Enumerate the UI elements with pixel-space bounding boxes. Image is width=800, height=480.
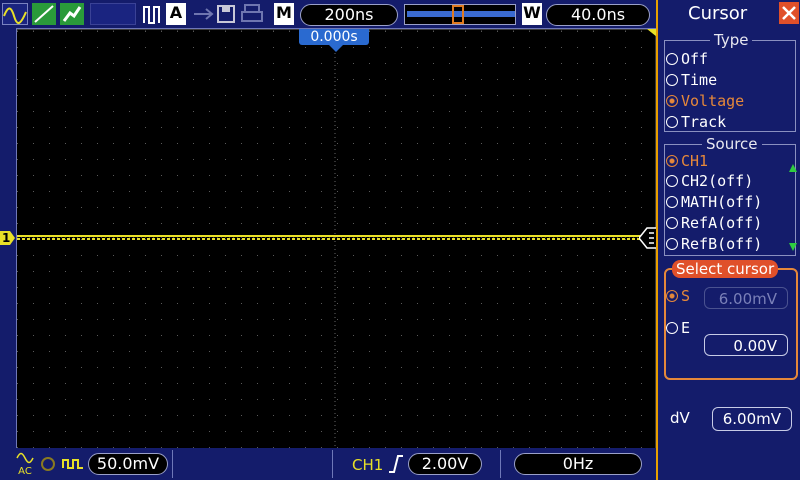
type-group-label: Type [710,31,753,49]
persist-icon[interactable] [60,3,84,25]
close-icon [782,6,796,20]
bandwidth-limit-icon[interactable] [38,456,58,472]
type-option-off[interactable]: Off [666,50,708,68]
cursor-s-value[interactable]: 6.00mV [704,287,788,309]
cursor-e-option[interactable]: E [666,319,690,337]
waveform-display[interactable]: 0.000s [16,28,657,449]
bottom-divider-3 [500,450,501,478]
dv-label: dV [670,409,690,427]
bottom-divider-2 [332,450,333,478]
pulse-icon[interactable] [142,3,164,25]
save-icon[interactable] [216,3,236,25]
cursor-menu-panel: Cursor Type Off Time Voltage Track Sourc… [656,0,800,480]
invert-icon[interactable] [62,456,84,472]
trigger-mode-indicator: A [166,3,186,25]
close-button[interactable] [779,2,799,24]
scroll-up-icon[interactable] [788,163,798,173]
trigger-level-marker-icon[interactable] [639,226,657,250]
waveform-icon[interactable] [2,3,28,25]
top-toolbar: A M 200ns W 40.0ns [0,0,656,28]
source-option-ch1[interactable]: CH1 [666,152,708,170]
source-option-refa[interactable]: RefA(off) [666,214,762,232]
print-icon[interactable] [240,3,264,25]
type-option-track[interactable]: Track [666,113,726,131]
cursor-e-value[interactable]: 0.00V [704,334,788,356]
ac-wave-icon [16,452,34,464]
ch1-marker-label: 1 [2,231,11,245]
usb-icon [192,3,214,25]
trigger-channel-label: CH1 [352,456,384,474]
rising-edge-icon[interactable] [388,454,404,474]
line-mode-icon[interactable] [32,3,56,25]
cursor-s-option[interactable]: S [666,287,690,305]
bottom-divider-1 [172,450,173,478]
ch1-offset-marker[interactable]: 1 [0,230,16,246]
dv-value: 6.00mV [712,407,792,431]
source-option-math[interactable]: MATH(off) [666,193,762,211]
timebase-mode-indicator: M [274,3,294,25]
ch1-scale-readout[interactable]: 50.0mV [88,453,168,475]
type-option-time[interactable]: Time [666,71,717,89]
ch1-trace [17,235,657,240]
trigger-level-readout[interactable]: 2.00V [408,453,482,475]
type-option-voltage[interactable]: Voltage [666,92,744,110]
source-option-refb[interactable]: RefB(off) [666,235,762,253]
coupling-label: AC [18,466,32,477]
memory-depth-bar[interactable] [404,4,516,25]
bottom-status-bar: AC 50.0mV CH1 2.00V 0Hz [0,448,656,480]
panel-title: Cursor [688,3,748,24]
frequency-readout: 0Hz [514,453,642,475]
source-group-label: Source [702,135,762,153]
window-indicator: W [522,3,542,25]
run-status-blank [90,3,136,25]
trigger-position-arrow-icon [329,45,343,52]
select-cursor-label: Select cursor [672,260,779,278]
ac-coupling-indicator[interactable]: AC [16,452,34,477]
window-time-readout[interactable]: 40.0ns [546,4,650,26]
trigger-position-label[interactable]: 0.000s [299,29,369,45]
scroll-down-icon[interactable] [788,242,798,252]
source-option-ch2[interactable]: CH2(off) [666,172,753,190]
timebase-readout[interactable]: 200ns [300,4,398,26]
